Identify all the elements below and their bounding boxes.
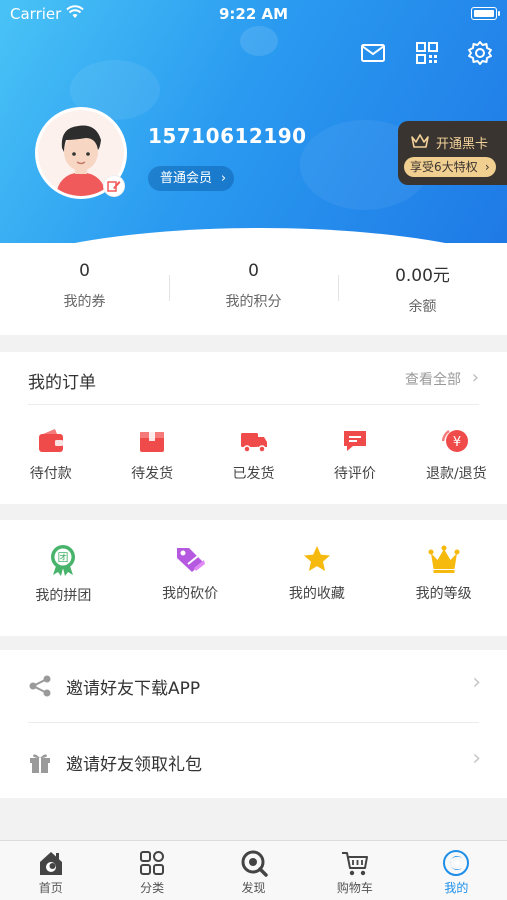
member-level-label: 普通会员: [160, 171, 213, 186]
stat-balance[interactable]: 0.00元 余额: [338, 243, 507, 335]
tab-label: 我的: [444, 881, 469, 895]
invite-card: 邀请好友下载APP › 邀请好友领取礼包 ›: [0, 650, 507, 798]
chevron-right-icon: ›: [472, 746, 481, 771]
tool-label: 我的收藏: [288, 586, 345, 602]
status-bar: Carrier 9:22 AM: [0, 0, 507, 28]
settings-icon[interactable]: [467, 40, 493, 66]
invite-label: 邀请好友领取礼包: [66, 755, 202, 775]
crown-icon: [428, 545, 460, 573]
tab-label: 购物车: [336, 881, 373, 895]
tool-group-buy[interactable]: 团 我的拼团: [0, 544, 127, 605]
tab-label: 首页: [38, 881, 63, 895]
order-pending-review[interactable]: 待评价: [304, 428, 405, 483]
crown-outline-icon: [411, 134, 429, 148]
invite-download-row[interactable]: 邀请好友下载APP ›: [0, 650, 507, 722]
message-icon[interactable]: [360, 40, 386, 66]
black-card-title: 开通黑卡: [436, 137, 489, 152]
truck-icon: [240, 433, 267, 453]
status-time: 9:22 AM: [218, 5, 289, 23]
orders-card: 我的订单 查看全部 › 待付款 待发货 已发货 待评价 ¥ 退款/退货: [0, 352, 507, 504]
stat-points[interactable]: 0 我的积分: [169, 243, 338, 335]
tool-bargain[interactable]: 我的砍价: [127, 544, 254, 605]
order-status-label: 退款/退货: [425, 466, 487, 482]
stat-label: 我的券: [63, 294, 106, 310]
chevron-right-icon: ›: [472, 670, 481, 695]
tab-discover[interactable]: 发现: [203, 841, 304, 900]
tab-cart[interactable]: 购物车: [304, 841, 405, 900]
gift-icon: [30, 754, 50, 773]
orders-title: 我的订单: [28, 373, 96, 393]
profile-header: Carrier 9:22 AM 15710612190 普通会员 › 开通黑卡 …: [0, 0, 507, 250]
chevron-right-icon: ›: [471, 367, 479, 388]
order-pending-shipment[interactable]: 待发货: [101, 428, 202, 483]
tool-label: 我的等级: [415, 586, 472, 602]
stat-value: 0.00元: [395, 266, 450, 286]
tool-label: 我的拼团: [35, 588, 92, 604]
order-shipped[interactable]: 已发货: [203, 428, 304, 483]
order-status-label: 待付款: [29, 466, 72, 482]
member-level-button[interactable]: 普通会员 ›: [148, 166, 235, 191]
divider: [28, 722, 479, 723]
refund-icon: ¥: [442, 429, 469, 452]
invite-gift-row[interactable]: 邀请好友领取礼包 ›: [0, 726, 507, 798]
view-all-label: 查看全部: [405, 372, 461, 388]
order-pending-payment[interactable]: 待付款: [0, 428, 101, 483]
svg-text:¥: ¥: [453, 435, 461, 450]
tool-favorites[interactable]: 我的收藏: [254, 544, 381, 605]
share-icon: [29, 675, 51, 697]
tab-label: 发现: [241, 881, 266, 895]
tool-level[interactable]: 我的等级: [380, 544, 507, 605]
battery-icon: [471, 7, 500, 20]
tool-label: 我的砍价: [162, 586, 219, 602]
cart-icon: [341, 852, 368, 876]
profile-screen: Carrier 9:22 AM 15710612190 普通会员 › 开通黑卡 …: [0, 0, 507, 900]
qr-scan-icon[interactable]: [414, 40, 440, 66]
order-status-label: 已发货: [232, 466, 275, 482]
tools-row: 团 我的拼团 我的砍价 我的收藏 我的等级: [0, 544, 507, 605]
svg-text:团: 团: [58, 551, 69, 564]
group-buy-icon: 团: [51, 545, 76, 576]
black-card-subtitle: 享受6大特权: [410, 160, 478, 174]
chevron-right-icon: ›: [484, 160, 490, 174]
tab-profile[interactable]: 我的: [406, 841, 507, 900]
tools-card: 团 我的拼团 我的砍价 我的收藏 我的等级: [0, 520, 507, 636]
tab-bar: 首页 分类 发现 购物车 我的: [0, 840, 507, 900]
wallet-icon: [38, 429, 63, 452]
tab-label: 分类: [140, 881, 165, 895]
account-stats: 0 我的券 0 我的积分 0.00元 余额: [0, 243, 507, 335]
stat-label: 我的积分: [225, 294, 282, 310]
order-status-label: 待发货: [131, 466, 174, 482]
order-refund[interactable]: ¥ 退款/退货: [406, 428, 507, 483]
star-icon: [303, 546, 330, 571]
tab-home[interactable]: 首页: [0, 841, 101, 900]
black-card-subtitle-pill: 享受6大特权 ›: [404, 157, 496, 177]
chevron-right-icon: ›: [220, 171, 227, 186]
category-icon: [140, 851, 165, 875]
discover-icon: [241, 850, 268, 877]
view-all-orders-link[interactable]: 查看全部 ›: [405, 367, 479, 389]
package-icon: [140, 432, 165, 452]
bargain-tag-icon: [177, 548, 206, 572]
home-icon: [39, 852, 62, 875]
stat-label: 余额: [408, 299, 437, 315]
stat-value: 0: [79, 261, 90, 281]
divider: [28, 404, 479, 405]
order-status-label: 待评价: [333, 466, 376, 482]
order-status-row: 待付款 待发货 已发货 待评价 ¥ 退款/退货: [0, 428, 507, 483]
comment-icon: [343, 431, 366, 451]
stat-coupons[interactable]: 0 我的券: [0, 243, 169, 335]
edit-profile-icon[interactable]: [103, 175, 125, 197]
black-card-banner[interactable]: 开通黑卡 享受6大特权 ›: [398, 121, 507, 185]
invite-label: 邀请好友下载APP: [66, 679, 201, 699]
profile-icon: [443, 850, 470, 876]
tab-category[interactable]: 分类: [101, 841, 202, 900]
user-phone: 15710612190: [148, 124, 307, 148]
stat-value: 0: [248, 261, 259, 281]
